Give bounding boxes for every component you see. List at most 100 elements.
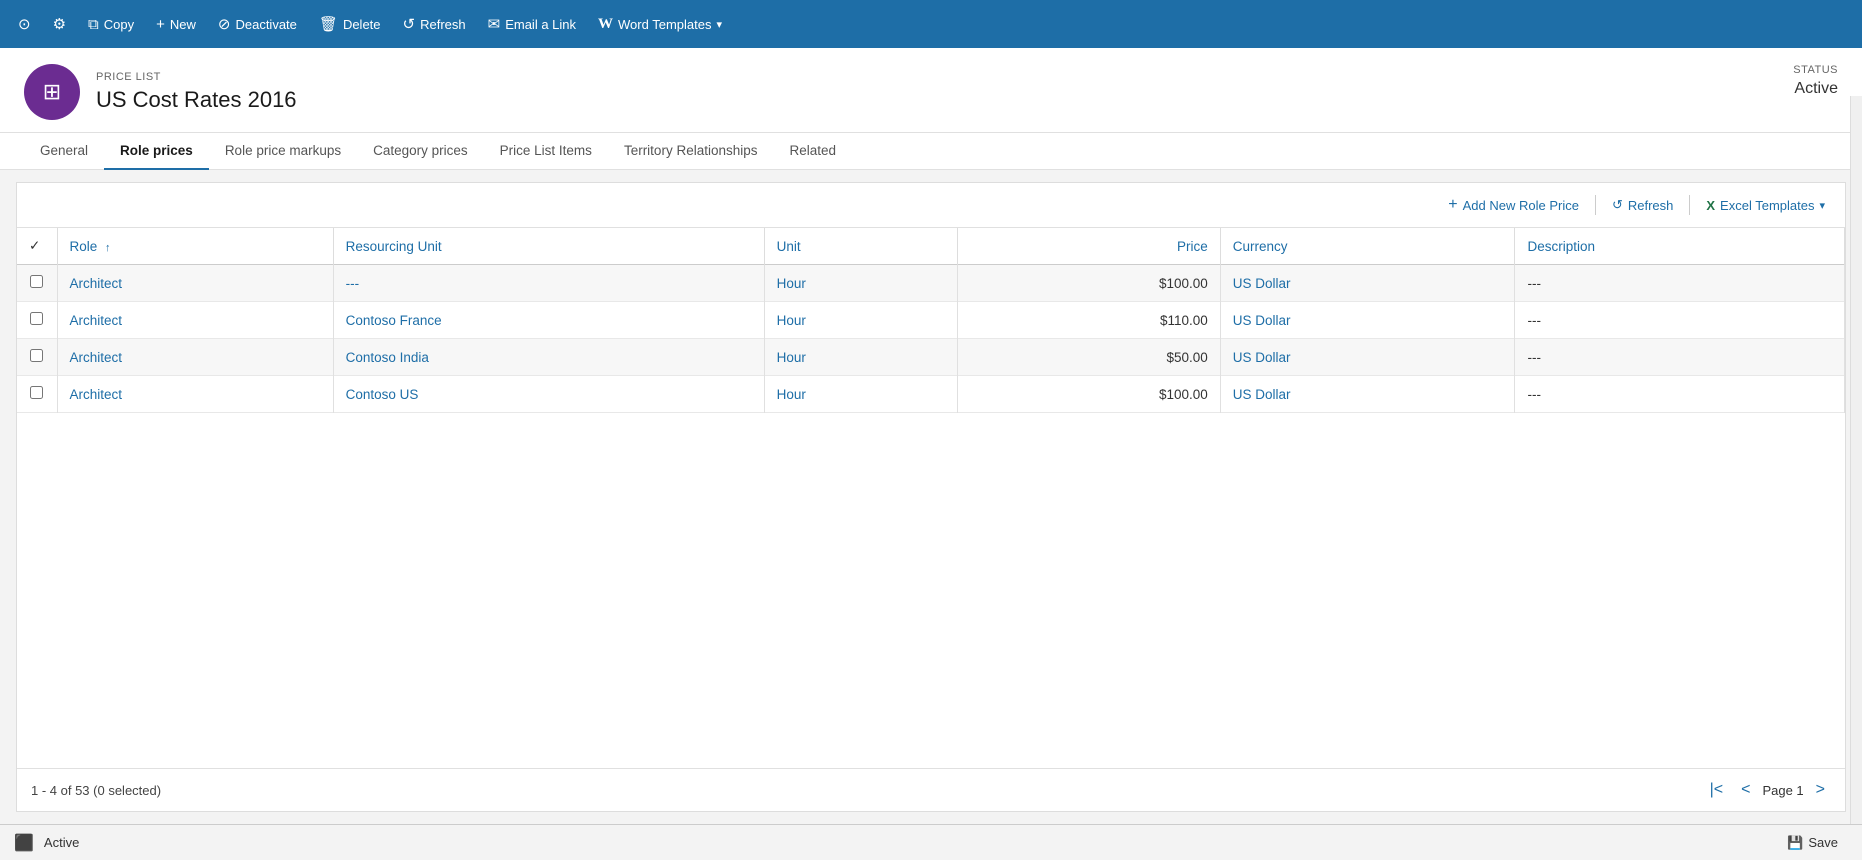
add-icon: + xyxy=(1448,196,1457,214)
table-container[interactable]: ✓ Role ↑ Resourcing Unit Unit xyxy=(17,228,1845,768)
sort-icon: ↑ xyxy=(105,242,111,254)
deactivate-icon: ⊘ xyxy=(218,15,231,33)
price-column-header[interactable]: Price xyxy=(957,228,1220,265)
excel-templates-button[interactable]: X Excel Templates ▾ xyxy=(1698,193,1833,218)
main-content: + Add New Role Price ↺ Refresh X Excel T… xyxy=(0,170,1862,824)
toolbar: ⊙ ⚙ ⧉ Copy + New ⊘ Deactivate 🗑 Delete ↺… xyxy=(0,0,1862,48)
row-currency[interactable]: US Dollar xyxy=(1220,339,1515,376)
tab-category-prices[interactable]: Category prices xyxy=(357,133,484,170)
row-unit[interactable]: Hour xyxy=(764,339,957,376)
row-currency[interactable]: US Dollar xyxy=(1220,265,1515,302)
tab-territory-relationships[interactable]: Territory Relationships xyxy=(608,133,774,170)
role-prices-table: ✓ Role ↑ Resourcing Unit Unit xyxy=(17,228,1845,413)
save-button[interactable]: 💾 Save xyxy=(1777,831,1848,855)
email-link-button[interactable]: ✉ Email a Link xyxy=(478,9,586,39)
resourcing-unit-column-header[interactable]: Resourcing Unit xyxy=(333,228,764,265)
excel-icon: X xyxy=(1706,198,1715,213)
unit-column-header[interactable]: Unit xyxy=(764,228,957,265)
row-checkbox[interactable] xyxy=(17,339,57,376)
word-templates-button[interactable]: W Word Templates ▾ xyxy=(588,10,732,39)
deactivate-button[interactable]: ⊘ Deactivate xyxy=(208,9,307,39)
back-icon: ⊙ xyxy=(18,15,31,33)
grid-refresh-icon: ↺ xyxy=(1612,197,1623,213)
tab-price-list-items[interactable]: Price List Items xyxy=(484,133,608,170)
nav-back-button[interactable]: ⊙ xyxy=(8,9,41,39)
settings-button[interactable]: ⚙ xyxy=(43,9,76,39)
next-page-button[interactable]: > xyxy=(1810,779,1831,801)
grid-panel: + Add New Role Price ↺ Refresh X Excel T… xyxy=(16,182,1846,812)
currency-column-header[interactable]: Currency xyxy=(1220,228,1515,265)
row-resourcing-unit[interactable]: Contoso US xyxy=(333,376,764,413)
tab-role-price-markups[interactable]: Role price markups xyxy=(209,133,357,170)
row-resourcing-unit[interactable]: Contoso India xyxy=(333,339,764,376)
entity-name: US Cost Rates 2016 xyxy=(96,87,297,113)
entity-icon-symbol: ⊞ xyxy=(43,79,61,105)
row-select-checkbox[interactable] xyxy=(30,386,43,399)
grid-refresh-button[interactable]: ↺ Refresh xyxy=(1604,192,1681,218)
new-button[interactable]: + New xyxy=(146,10,206,39)
row-checkbox[interactable] xyxy=(17,376,57,413)
row-price: $50.00 xyxy=(957,339,1220,376)
row-unit[interactable]: Hour xyxy=(764,376,957,413)
tab-role-prices[interactable]: Role prices xyxy=(104,133,209,170)
row-price: $110.00 xyxy=(957,302,1220,339)
entity-info: PRICE LIST US Cost Rates 2016 xyxy=(96,71,297,113)
tab-general[interactable]: General xyxy=(24,133,104,170)
table-row: Architect Contoso US Hour $100.00 US Dol… xyxy=(17,376,1845,413)
row-currency[interactable]: US Dollar xyxy=(1220,376,1515,413)
prev-page-button[interactable]: < xyxy=(1735,779,1756,801)
copy-icon: ⧉ xyxy=(88,16,99,33)
save-icon: 💾 xyxy=(1787,835,1803,851)
row-resourcing-unit[interactable]: Contoso France xyxy=(333,302,764,339)
dropdown-chevron-icon: ▾ xyxy=(716,18,722,31)
new-icon: + xyxy=(156,16,165,33)
row-role[interactable]: Architect xyxy=(57,302,333,339)
pagination-bar: 1 - 4 of 53 (0 selected) |< < Page 1 > xyxy=(17,768,1845,811)
grid-toolbar: + Add New Role Price ↺ Refresh X Excel T… xyxy=(17,183,1845,228)
page-navigation: |< < Page 1 > xyxy=(1704,779,1831,801)
tab-related[interactable]: Related xyxy=(774,133,853,170)
toolbar-separator xyxy=(1595,195,1596,215)
page-number: Page 1 xyxy=(1762,783,1803,798)
status-bar-right: 💾 Save xyxy=(1777,831,1848,855)
entity-header: ⊞ PRICE LIST US Cost Rates 2016 Status A… xyxy=(0,48,1862,133)
role-column-header[interactable]: Role ↑ xyxy=(57,228,333,265)
row-resourcing-unit[interactable]: --- xyxy=(333,265,764,302)
row-role[interactable]: Architect xyxy=(57,265,333,302)
toolbar-separator-2 xyxy=(1689,195,1690,215)
row-unit[interactable]: Hour xyxy=(764,302,957,339)
excel-dropdown-chevron-icon: ▾ xyxy=(1819,199,1825,212)
table-row: Architect Contoso India Hour $50.00 US D… xyxy=(17,339,1845,376)
status-bar: ⬛ Active 💾 Save xyxy=(0,824,1862,860)
word-icon: W xyxy=(598,16,613,33)
status-bar-icon: ⬛ xyxy=(14,833,34,853)
table-header-row: ✓ Role ↑ Resourcing Unit Unit xyxy=(17,228,1845,265)
row-price: $100.00 xyxy=(957,376,1220,413)
copy-button[interactable]: ⧉ Copy xyxy=(78,10,144,39)
row-select-checkbox[interactable] xyxy=(30,275,43,288)
row-checkbox[interactable] xyxy=(17,302,57,339)
pagination-summary: 1 - 4 of 53 (0 selected) xyxy=(31,783,161,798)
tabs-navigation: General Role prices Role price markups C… xyxy=(0,133,1862,170)
entity-icon: ⊞ xyxy=(24,64,80,120)
row-select-checkbox[interactable] xyxy=(30,312,43,325)
select-all-column: ✓ xyxy=(17,228,57,265)
delete-button[interactable]: 🗑 Delete xyxy=(309,9,391,39)
email-icon: ✉ xyxy=(488,15,501,33)
row-role[interactable]: Architect xyxy=(57,339,333,376)
row-description: --- xyxy=(1515,265,1845,302)
row-currency[interactable]: US Dollar xyxy=(1220,302,1515,339)
row-unit[interactable]: Hour xyxy=(764,265,957,302)
row-checkbox[interactable] xyxy=(17,265,57,302)
first-page-button[interactable]: |< xyxy=(1704,779,1730,801)
scrollbar-track[interactable] xyxy=(1850,96,1862,824)
status-bar-text: Active xyxy=(44,835,79,850)
row-select-checkbox[interactable] xyxy=(30,349,43,362)
status-bar-left: ⬛ Active xyxy=(14,833,79,853)
add-new-role-price-button[interactable]: + Add New Role Price xyxy=(1440,191,1587,219)
description-column-header[interactable]: Description xyxy=(1515,228,1845,265)
refresh-button[interactable]: ↺ Refresh xyxy=(393,9,476,39)
header-left: ⊞ PRICE LIST US Cost Rates 2016 xyxy=(24,64,297,120)
row-description: --- xyxy=(1515,339,1845,376)
row-role[interactable]: Architect xyxy=(57,376,333,413)
